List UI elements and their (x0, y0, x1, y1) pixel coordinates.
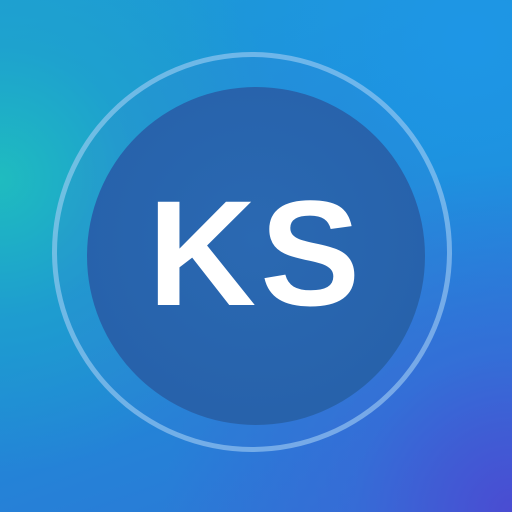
app-icon: KS (0, 0, 512, 512)
monogram-disc: KS (87, 87, 425, 425)
monogram-text: KS (147, 169, 365, 337)
